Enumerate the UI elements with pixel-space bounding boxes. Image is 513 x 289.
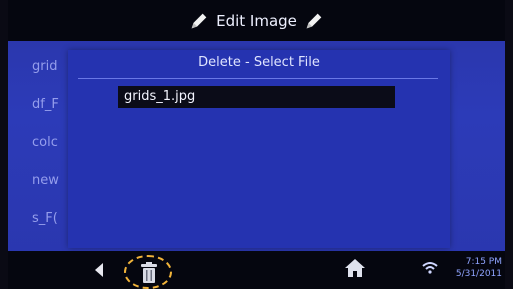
dialog-title: Delete - Select File <box>198 55 320 70</box>
wifi-icon <box>422 262 438 274</box>
delete-button-highlight <box>124 255 172 289</box>
bottom-bar: 7:15 PM 5/31/2011 <box>8 251 505 289</box>
pencil-icon <box>191 13 207 28</box>
status-time: 7:15 PM <box>465 257 502 267</box>
status-clock: 7:15 PM 5/31/2011 <box>446 256 502 280</box>
home-icon[interactable] <box>344 257 366 279</box>
bezel-right <box>505 0 513 289</box>
delete-file-dialog: Delete - Select File grids_1.jpg <box>68 50 450 248</box>
status-date: 5/31/2011 <box>455 269 502 279</box>
file-item[interactable]: grids_1.jpg <box>118 86 395 108</box>
device-screen: Edit Image grid df_F colc new s_F( Delet… <box>8 0 505 289</box>
bezel-left <box>0 0 8 289</box>
pencil-icon <box>306 13 322 28</box>
trash-icon[interactable] <box>140 262 158 284</box>
title-bar: Edit Image <box>8 0 505 41</box>
divider <box>78 78 438 79</box>
page-title: Edit Image <box>216 11 297 30</box>
back-arrow-icon[interactable] <box>93 261 105 279</box>
